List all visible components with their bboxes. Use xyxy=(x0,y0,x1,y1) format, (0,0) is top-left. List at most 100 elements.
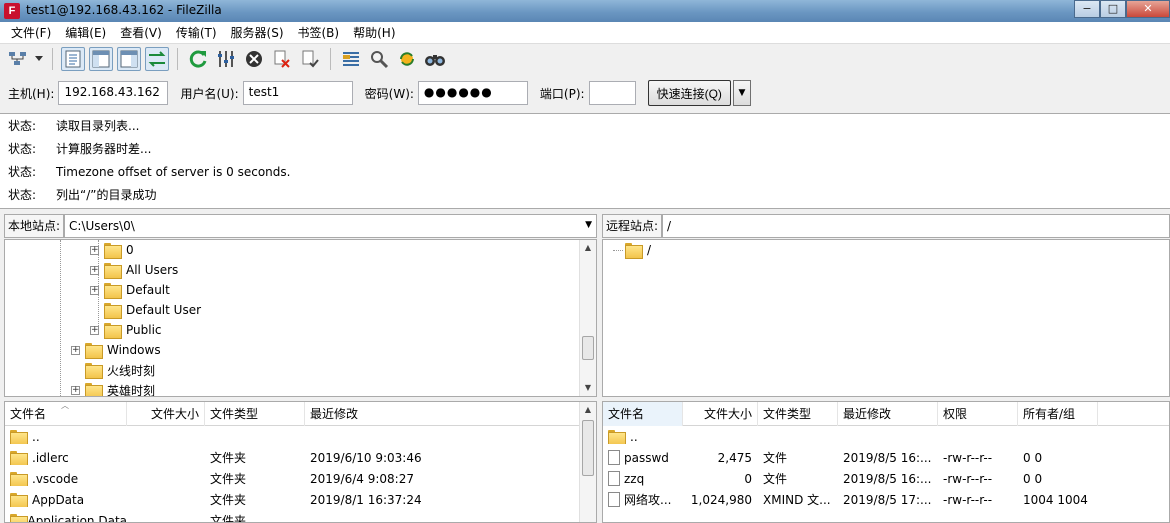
toolbar-separator xyxy=(330,48,331,70)
file-row[interactable]: Application Data 文件夹 xyxy=(5,510,596,523)
expand-icon[interactable]: + xyxy=(71,345,80,355)
toggle-queue-icon[interactable] xyxy=(145,47,169,71)
menu-bar: 文件(F) 编辑(E) 查看(V) 传输(T) 服务器(S) 书签(B) 帮助(… xyxy=(0,22,1170,44)
scroll-up-icon[interactable]: ▲ xyxy=(580,240,596,256)
expand-icon[interactable]: + xyxy=(90,245,99,255)
tree-node[interactable]: + Public xyxy=(90,320,162,340)
log-text: 计算服务器时差... xyxy=(56,142,152,156)
file-row[interactable]: .idlerc 文件夹 2019/6/10 9:03:46 xyxy=(5,447,596,468)
menu-view[interactable]: 查看(V) xyxy=(113,22,169,44)
disconnect-icon[interactable] xyxy=(270,47,294,71)
username-label: 用户名(U): xyxy=(180,86,239,101)
column-modified[interactable]: 最近修改 xyxy=(838,402,938,426)
file-name: .. xyxy=(32,429,40,444)
log-type: 状态: xyxy=(8,188,37,202)
toolbar-separator xyxy=(52,48,53,70)
menu-server[interactable]: 服务器(S) xyxy=(224,22,291,44)
toggle-log-icon[interactable] xyxy=(61,47,85,71)
sync-browse-icon[interactable] xyxy=(395,47,419,71)
file-row[interactable]: .. xyxy=(5,426,596,447)
tree-node[interactable]: + Default xyxy=(90,280,170,300)
minimize-button[interactable]: − xyxy=(1074,0,1100,18)
window-controls: − □ ✕ xyxy=(1074,0,1170,18)
maximize-button[interactable]: □ xyxy=(1100,0,1126,18)
expand-icon[interactable]: + xyxy=(90,325,99,335)
tree-node[interactable]: 火线时刻 xyxy=(85,360,155,380)
column-modified[interactable]: 最近修改 xyxy=(305,402,425,426)
column-name[interactable]: 文件名 ︿ xyxy=(5,402,127,426)
log-type: 状态: xyxy=(8,119,37,133)
local-tree-scrollbar[interactable]: ▲ ▼ xyxy=(579,240,596,396)
local-directory-tree[interactable]: + 0 + All Users + Default Default User +… xyxy=(4,239,597,397)
filter-icon[interactable] xyxy=(339,47,363,71)
username-input[interactable]: test1 xyxy=(242,81,353,105)
file-permissions: -rw-r--r-- xyxy=(943,450,993,465)
menu-bookmarks[interactable]: 书签(B) xyxy=(291,22,347,44)
host-input[interactable]: 192.168.43.162 xyxy=(58,81,169,105)
toggle-local-tree-icon[interactable] xyxy=(89,47,113,71)
scroll-thumb[interactable] xyxy=(582,420,594,476)
tree-node[interactable]: Default User xyxy=(104,300,201,320)
host-label: 主机(H): xyxy=(8,86,55,101)
toggle-remote-tree-icon[interactable] xyxy=(117,47,141,71)
column-permissions[interactable]: 权限 xyxy=(938,402,1018,426)
expand-icon[interactable]: + xyxy=(90,265,99,275)
local-file-list[interactable]: 文件名 ︿ 文件大小 文件类型 最近修改 .. .idlerc 文件夹 2019/… xyxy=(4,401,597,523)
remote-file-list[interactable]: 文件名 文件大小 文件类型 最近修改 权限 所有者/组 .. passwd 2,… xyxy=(602,401,1170,523)
local-list-scrollbar[interactable]: ▲ xyxy=(579,402,596,522)
tree-node[interactable]: + 英雄时刻 xyxy=(71,380,155,396)
file-modified: 2019/8/5 16:... xyxy=(843,450,932,465)
site-manager-icon[interactable] xyxy=(6,47,30,71)
column-type[interactable]: 文件类型 xyxy=(205,402,305,426)
column-owner[interactable]: 所有者/组 xyxy=(1018,402,1098,426)
menu-transfer[interactable]: 传输(T) xyxy=(169,22,224,44)
dropdown-icon[interactable] xyxy=(34,47,44,71)
tree-node-label: 火线时刻 xyxy=(107,363,156,378)
file-row[interactable]: passwd 2,475 文件 2019/8/5 16:... -rw-r--r… xyxy=(603,447,1169,468)
process-queue-icon[interactable] xyxy=(214,47,238,71)
close-button[interactable]: ✕ xyxy=(1126,0,1170,18)
reconnect-icon[interactable] xyxy=(298,47,322,71)
quickconnect-dropdown-icon[interactable]: ▼ xyxy=(732,80,751,106)
file-type: 文件夹 xyxy=(210,472,247,486)
menu-edit[interactable]: 编辑(E) xyxy=(58,22,113,44)
column-name[interactable]: 文件名 xyxy=(603,402,683,426)
local-path-input[interactable]: C:\Users\0\ ▼ xyxy=(64,214,597,238)
menu-file[interactable]: 文件(F) xyxy=(4,22,58,44)
expand-icon[interactable]: + xyxy=(90,285,99,295)
message-log[interactable]: 状态: 读取目录列表... 状态: 计算服务器时差... 状态: Timezone o… xyxy=(0,113,1170,209)
expand-icon[interactable]: + xyxy=(71,385,80,395)
file-modified: 2019/6/4 9:08:27 xyxy=(310,471,414,486)
search-icon[interactable] xyxy=(423,47,447,71)
file-name: Application Data xyxy=(27,513,127,523)
remote-directory-tree[interactable]: / xyxy=(602,239,1170,397)
file-row[interactable]: .. xyxy=(603,426,1169,447)
file-row[interactable]: .vscode 文件夹 2019/6/4 9:08:27 xyxy=(5,468,596,489)
file-row[interactable]: zzq 0 文件 2019/8/5 16:... -rw-r--r-- 0 0 xyxy=(603,468,1169,489)
refresh-icon[interactable] xyxy=(186,47,210,71)
file-row[interactable]: 网络攻... 1,024,980 XMIND 文... 2019/8/5 17:… xyxy=(603,489,1169,510)
scroll-thumb[interactable] xyxy=(582,336,594,360)
menu-help[interactable]: 帮助(H) xyxy=(346,22,402,44)
file-icon xyxy=(608,471,620,486)
tree-node-label: All Users xyxy=(126,263,179,277)
scroll-down-icon[interactable]: ▼ xyxy=(580,380,596,396)
tree-node[interactable]: + 0 xyxy=(90,240,134,260)
quickconnect-button[interactable]: 快速连接(Q) xyxy=(647,80,731,106)
compare-icon[interactable] xyxy=(367,47,391,71)
column-size[interactable]: 文件大小 xyxy=(127,402,205,426)
column-type[interactable]: 文件类型 xyxy=(758,402,838,426)
scroll-up-icon[interactable]: ▲ xyxy=(580,402,596,418)
port-input[interactable] xyxy=(588,81,636,105)
tree-node[interactable]: + All Users xyxy=(90,260,178,280)
pane-splitter[interactable] xyxy=(597,213,601,523)
tree-node-label: Windows xyxy=(107,343,161,357)
column-size[interactable]: 文件大小 xyxy=(683,402,758,426)
file-row[interactable]: AppData 文件夹 2019/8/1 16:37:24 xyxy=(5,489,596,510)
cancel-icon[interactable] xyxy=(242,47,266,71)
password-input[interactable]: ●●●●●● xyxy=(417,81,528,105)
tree-node[interactable]: / xyxy=(625,240,651,260)
chevron-down-icon[interactable]: ▼ xyxy=(585,220,592,230)
remote-path-input[interactable]: / xyxy=(662,214,1170,238)
tree-node[interactable]: + Windows xyxy=(71,340,161,360)
